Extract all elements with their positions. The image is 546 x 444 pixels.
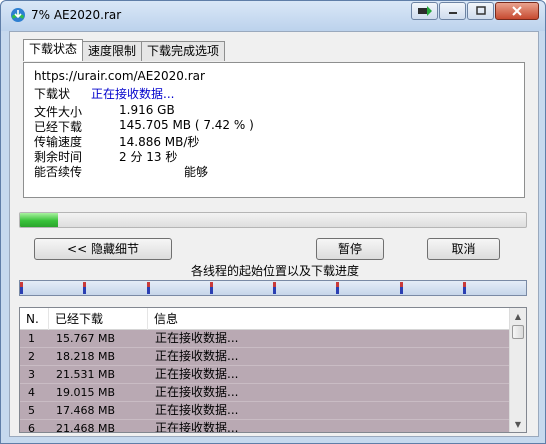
- minimize-icon: [448, 12, 457, 14]
- arrow-right-icon: [417, 6, 432, 16]
- tab-2[interactable]: 下载完成选项: [141, 41, 226, 61]
- pause-button[interactable]: 暂停: [316, 238, 384, 260]
- window-title: 7% AE2020.rar: [31, 8, 122, 22]
- tab-0[interactable]: 下载状态: [23, 39, 84, 61]
- scroll-down-icon[interactable]: ▼: [510, 416, 526, 432]
- table-row[interactable]: 5 17.468 MB 正在接收数据...: [20, 402, 510, 420]
- cell-num: 5: [28, 404, 35, 417]
- cell-info: 正在接收数据...: [155, 349, 239, 363]
- info-value: 2 分 13 秒: [119, 150, 178, 164]
- hide-details-button[interactable]: << 隐藏细节: [34, 238, 172, 260]
- threads-caption: 各线程的起始位置以及下载进度: [190, 264, 359, 278]
- minimize-button[interactable]: [439, 2, 466, 20]
- tab-1[interactable]: 速度限制: [82, 41, 143, 61]
- info-value: 能够: [184, 165, 209, 179]
- thread-start-marker: [83, 282, 86, 294]
- maximize-icon: [475, 6, 486, 15]
- info-label: 剩余时间: [34, 150, 83, 164]
- table-row[interactable]: 4 19.015 MB 正在接收数据...: [20, 384, 510, 402]
- thread-positions-bar: [19, 280, 527, 296]
- download-window: 7% AE2020.rar 下载状态 速度限制 下载完成选项 https://ura…: [0, 0, 546, 444]
- cell-downloaded: 15.767 MB: [56, 332, 116, 345]
- download-url: https://urair.com/AE2020.rar: [34, 69, 205, 83]
- cancel-button[interactable]: 取消: [427, 238, 500, 260]
- cell-num: 2: [28, 350, 35, 363]
- thread-start-marker: [147, 282, 150, 294]
- tab-bar: 下载状态 速度限制 下载完成选项: [23, 39, 226, 61]
- cell-downloaded: 21.468 MB: [56, 422, 116, 433]
- title-bar[interactable]: 7% AE2020.rar: [1, 1, 545, 31]
- dialog-body: 下载状态 速度限制 下载完成选项 https://urair.com/AE2020.…: [9, 31, 539, 437]
- cell-num: 3: [28, 368, 35, 381]
- progress-fill: [20, 213, 58, 227]
- thread-start-marker: [400, 282, 403, 294]
- status-panel: https://urair.com/AE2020.rar 下载状 正在接收数据.…: [23, 62, 525, 198]
- cell-info: 正在接收数据...: [155, 385, 239, 399]
- info-label: 传输速度: [34, 135, 83, 149]
- cell-num: 6: [28, 422, 35, 433]
- thread-start-marker: [273, 282, 276, 294]
- cell-num: 4: [28, 386, 35, 399]
- info-row: 能否续传 能够: [34, 163, 208, 180]
- column-header-info[interactable]: 信息: [148, 308, 510, 330]
- thread-start-marker: [336, 282, 339, 294]
- scroll-thumb[interactable]: [512, 325, 524, 339]
- thread-start-marker: [463, 282, 466, 294]
- info-label: 已经下载: [34, 120, 83, 134]
- table-row[interactable]: 6 21.468 MB 正在接收数据...: [20, 420, 510, 433]
- info-value: 145.705 MB ( 7.42 % ): [119, 118, 254, 132]
- state-row: 下载状 正在接收数据...: [34, 85, 174, 102]
- cell-info: 正在接收数据...: [155, 403, 239, 417]
- cell-num: 1: [28, 332, 35, 345]
- cell-downloaded: 21.531 MB: [56, 368, 116, 381]
- table-row[interactable]: 3 21.531 MB 正在接收数据...: [20, 366, 510, 384]
- pin-button[interactable]: [411, 2, 438, 20]
- thread-start-marker: [210, 282, 213, 294]
- info-label: 文件大小: [34, 105, 83, 119]
- column-header-num[interactable]: N.: [20, 308, 49, 330]
- state-value: 正在接收数据...: [91, 87, 175, 101]
- state-label: 下载状: [34, 87, 71, 101]
- thread-list-header: N. 已经下载 信息: [20, 308, 510, 330]
- download-app-icon: [11, 8, 25, 22]
- cell-info: 正在接收数据...: [155, 331, 239, 345]
- close-icon: [512, 6, 522, 16]
- cell-info: 正在接收数据...: [155, 367, 239, 381]
- table-row[interactable]: 2 18.218 MB 正在接收数据...: [20, 348, 510, 366]
- table-row[interactable]: 1 15.767 MB 正在接收数据...: [20, 330, 510, 348]
- thread-start-marker: [20, 282, 23, 294]
- scroll-up-icon[interactable]: ▲: [510, 308, 526, 324]
- maximize-button[interactable]: [467, 2, 494, 20]
- cell-info: 正在接收数据...: [155, 421, 239, 433]
- column-header-downloaded[interactable]: 已经下载: [49, 308, 148, 330]
- thread-list: N. 已经下载 信息 1 15.767 MB 正在接收数据... 2 18.218 MB…: [19, 307, 527, 433]
- thread-list-scrollbar[interactable]: ▲ ▼: [509, 308, 526, 432]
- info-label: 能否续传: [34, 165, 83, 179]
- cell-downloaded: 18.218 MB: [56, 350, 116, 363]
- info-value: 1.916 GB: [119, 103, 175, 117]
- cell-downloaded: 19.015 MB: [56, 386, 116, 399]
- close-button[interactable]: [495, 2, 539, 20]
- download-progress-bar: [19, 212, 527, 228]
- cell-downloaded: 17.468 MB: [56, 404, 116, 417]
